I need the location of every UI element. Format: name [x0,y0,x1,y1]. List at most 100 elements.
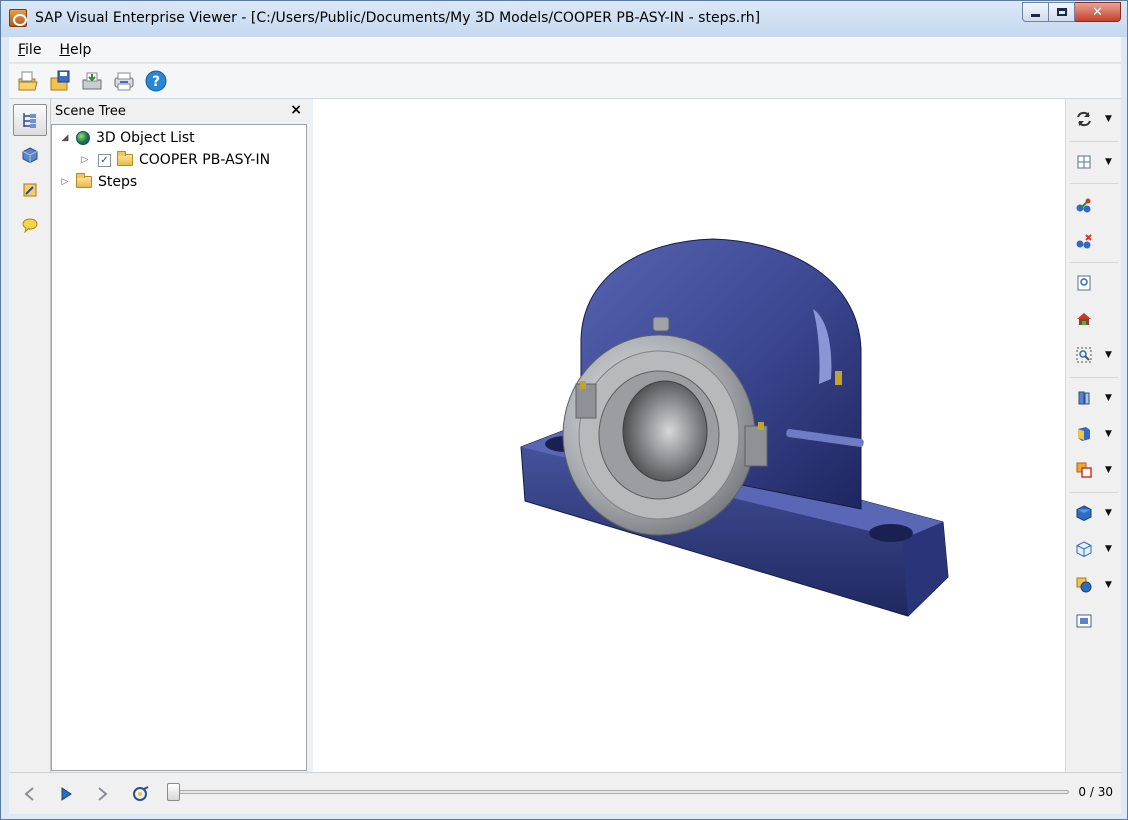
select-remove-button[interactable] [1074,231,1094,251]
zoom-window-icon [1076,347,1092,363]
app-window: SAP Visual Enterprise Viewer - [C:/Users… [0,0,1128,820]
play-button[interactable] [56,784,76,804]
dropdown-arrow-icon[interactable]: ▼ [1105,544,1112,554]
solid-render-button[interactable] [1074,503,1094,523]
minimize-button[interactable] [1022,2,1049,22]
divider [1070,183,1118,184]
properties-tab[interactable] [13,139,47,171]
expand-arrow-icon[interactable]: ◢ [60,133,70,143]
frame-icon [1076,614,1092,628]
select-add-button[interactable] [1074,195,1094,215]
save-button[interactable] [47,69,72,94]
expand-arrow-icon[interactable]: ▷ [60,177,70,187]
wireframe-render-button[interactable] [1074,539,1094,559]
dropdown-arrow-icon[interactable]: ▼ [1105,350,1112,360]
scene-tree-tab[interactable] [13,104,47,136]
open-button[interactable] [15,69,40,94]
visibility-checkbox[interactable]: ✓ [98,153,111,167]
app-icon [9,9,27,27]
help-icon: ? [145,70,166,92]
minimize-icon [1031,13,1040,17]
step-slider-thumb[interactable] [167,783,180,801]
scene-tree-panel: Scene Tree × ◢ 3D Object List ▷ ✓ COOPER… [51,99,308,772]
lighting-button[interactable] [1074,575,1094,595]
cube-icon [22,147,38,163]
dropdown-arrow-icon[interactable]: ▼ [1105,465,1112,475]
dropdown-arrow-icon[interactable]: ▼ [1105,429,1112,439]
globe-icon [76,131,90,145]
zoom-extents-button[interactable] [1074,273,1094,293]
tree-item-label: Steps [98,174,138,190]
section-icon [1078,391,1090,405]
transparency-button[interactable] [1074,460,1094,480]
svg-text:?: ? [151,74,159,90]
open-icon [18,71,38,91]
print-button[interactable] [111,69,136,94]
step-settings-button[interactable] [131,784,151,804]
divider [1070,141,1118,142]
dropdown-arrow-icon[interactable]: ▼ [1105,508,1112,518]
step-timeline-bar: 0 / 30 [9,772,1121,814]
maximize-button[interactable] [1049,2,1075,22]
comments-tab[interactable] [13,209,47,241]
tree-icon [23,113,36,128]
folder-icon [76,173,92,188]
notepad-icon [23,183,37,197]
main-toolbar: ? [9,64,1121,99]
save-icon [50,70,69,91]
help-button[interactable]: ? [143,69,168,94]
scene-tree-title: Scene Tree [55,104,126,119]
grid-layout-icon [1077,155,1091,169]
maximize-icon [1056,8,1067,16]
pillow-block-bearing-model [520,238,949,617]
window-controls: ✕ [1022,2,1121,22]
chevron-right-icon [98,787,108,801]
step-counter: 0 / 30 [1078,785,1113,799]
settings-gear-icon [133,786,149,801]
tree-item-label: COOPER PB-ASY-IN [139,152,271,168]
molecule-add-icon [1076,198,1091,213]
shaded-cube-icon [1078,427,1090,441]
tree-item-cooper-assembly[interactable]: ▷ ✓ COOPER PB-ASY-IN [80,150,270,170]
cross-section-button[interactable] [1074,388,1094,408]
close-button[interactable]: ✕ [1075,2,1121,22]
tree-item-label: 3D Object List [96,130,195,146]
shapes-light-icon [1076,577,1092,593]
molecule-remove-icon [1076,234,1092,249]
tree-item-3d-object-list[interactable]: ◢ 3D Object List [60,128,195,148]
expand-arrow-icon[interactable]: ▷ [80,155,90,165]
export-button[interactable] [79,69,104,94]
next-step-button[interactable] [93,784,113,804]
divider [1070,262,1118,263]
menu-help[interactable]: Help [50,42,100,58]
dropdown-arrow-icon[interactable]: ▼ [1105,157,1112,167]
window-title: SAP Visual Enterprise Viewer - [C:/Users… [35,10,761,26]
rotate-mode-button[interactable] [1074,109,1094,129]
home-icon [1077,313,1091,325]
wireframe-cube-icon [1076,541,1092,557]
zoom-page-icon [1077,275,1091,291]
notes-tab[interactable] [13,174,47,206]
tree-item-steps[interactable]: ▷ Steps [60,172,137,192]
view-tools-strip: ▼ ▼ ▼ ▼ ▼ ▼ ▼ ▼ ▼ [1065,99,1121,772]
3d-viewport[interactable] [313,99,1065,772]
divider [1070,377,1118,378]
dropdown-arrow-icon[interactable]: ▼ [1105,580,1112,590]
previous-step-button[interactable] [19,784,39,804]
chevron-left-icon [24,787,34,801]
display-mode-button[interactable] [1074,424,1094,444]
home-view-button[interactable] [1074,309,1094,329]
step-slider-track[interactable] [171,790,1069,794]
fullscreen-button[interactable] [1074,611,1094,631]
dropdown-arrow-icon[interactable]: ▼ [1105,114,1112,124]
menu-bar: File Help [9,37,1121,63]
zoom-window-button[interactable] [1074,345,1094,365]
scene-tree-close-button[interactable]: × [290,102,302,118]
menu-file[interactable]: File [9,42,50,58]
divider [1070,492,1118,493]
left-panel-tabs [9,99,51,772]
title-bar: SAP Visual Enterprise Viewer - [C:/Users… [1,1,1127,37]
dropdown-arrow-icon[interactable]: ▼ [1105,393,1112,403]
scene-tree-header: Scene Tree × [51,99,308,124]
viewport-layout-button[interactable] [1074,152,1094,172]
